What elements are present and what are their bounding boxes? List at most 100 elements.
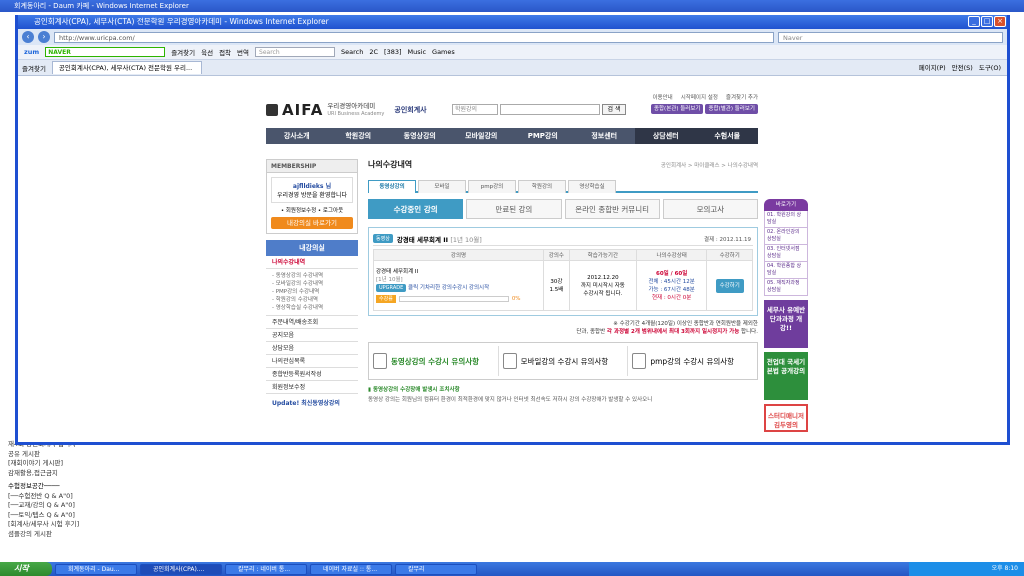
quick-menu-item[interactable]: 01. 학원강의 상담실 — [764, 211, 808, 228]
tab-community[interactable]: 온라인 종합반 커뮤니티 — [564, 199, 660, 219]
back-icon[interactable]: ‹ — [22, 31, 34, 43]
forward-icon[interactable]: › — [38, 31, 50, 43]
sidebar-sub-items[interactable]: - 동영상강의 수강내역 - 모바일강의 수강내역 - PMP강의 수강내역 -… — [266, 269, 358, 316]
bg-left-item[interactable]: [재회이야기 게시판] — [0, 459, 110, 469]
search-input[interactable]: Naver — [778, 31, 1003, 43]
quick-menu-item[interactable]: 05. 재직자과정 상담실 — [764, 279, 808, 296]
toolbar-item[interactable]: [383] — [384, 48, 401, 56]
sidebar-item[interactable]: 주문내역/배송조회 — [266, 316, 358, 329]
favorites-button[interactable]: 즐겨찾기 — [22, 63, 46, 73]
nav-item[interactable]: 상담센터 — [635, 128, 697, 144]
table-header: 수강하기 — [706, 249, 753, 261]
quick-menu-item[interactable]: 04. 학원종합 상담실 — [764, 262, 808, 279]
quick-menu-item[interactable]: 02. 온라인강의 상담실 — [764, 228, 808, 245]
page-menu[interactable]: 페이지(P) — [919, 62, 946, 72]
nav-item[interactable]: 학원강의 — [328, 128, 390, 144]
bg-left-item[interactable]: 공유 게시판 — [0, 450, 110, 460]
table-header: 학습가능기간 — [568, 249, 637, 261]
banner-ad[interactable]: 스터디매니저 김두영의 — [764, 404, 808, 432]
sidebar-item[interactable]: 종합반등록원서작성 — [266, 368, 358, 381]
logo-korean: 우리경영아카데미 — [327, 101, 376, 110]
bg-section-item[interactable]: [회계사/세무사 시험 후기] — [0, 520, 110, 530]
toolbar-item[interactable]: 번역 — [237, 47, 249, 57]
upgrade-link[interactable]: 클릭 기차리한 강의수강시 강의시작 — [408, 285, 489, 291]
tab-current[interactable]: 수강중인 강의 — [368, 199, 464, 219]
bg-section-item[interactable]: [──교재/강의 Q & A"0] — [0, 501, 110, 511]
days-status: 60일 / 60일 — [656, 270, 688, 277]
site-search-input[interactable] — [500, 104, 600, 115]
taskbar-item[interactable]: 회계동아리 - Dau... — [55, 563, 137, 575]
nav-item[interactable]: 정보센터 — [574, 128, 636, 144]
tools-menu[interactable]: 도구(O) — [979, 62, 1001, 72]
toolbar-item[interactable]: 2C — [369, 48, 378, 56]
nav-item[interactable]: 강사소개 — [266, 128, 328, 144]
banner-ad[interactable]: 전업대 국세기본법 공개강의 — [764, 352, 808, 400]
start-button[interactable]: 시작 — [0, 562, 52, 576]
tab-mock-exam[interactable]: 모의고사 — [662, 199, 758, 219]
quick-button[interactable]: 종합(별관) 둘러보기 — [705, 104, 758, 114]
toolbar-search-input[interactable]: Search — [255, 47, 336, 57]
table-header: 강의명 — [373, 249, 544, 261]
lecture-name[interactable]: 강경태 세무회계 II — [376, 268, 541, 276]
nav-item[interactable]: 동영상강의 — [389, 128, 451, 144]
toolbar-item[interactable]: Search — [341, 48, 363, 56]
toolbar-item[interactable]: 접착 — [219, 47, 231, 57]
minimize-button[interactable]: _ — [968, 16, 980, 27]
browser-tab[interactable]: 공인회계사(CPA), 세무사(CTA) 전문학원 우리... — [51, 61, 202, 74]
notice-video[interactable]: 동영상강의 수강시 유의사항 — [369, 346, 499, 376]
maximize-button[interactable]: □ — [981, 16, 993, 27]
nav-item[interactable]: 수험서몰 — [696, 128, 758, 144]
watch-button[interactable]: 수강하기 — [715, 278, 744, 293]
pmp-icon — [632, 353, 647, 369]
notice-mobile[interactable]: 모바일강의 수강시 유의사항 — [499, 346, 629, 376]
quick-menu-item[interactable]: 03. 인터넷서점 상담실 — [764, 245, 808, 262]
naver-search-box[interactable]: NAVER — [45, 47, 166, 57]
taskbar-item[interactable]: 공인회계사(CPA).... — [140, 563, 222, 575]
my-classroom-button[interactable]: 내강의실 바로가기 — [271, 217, 353, 229]
bg-section-item[interactable]: [──수험전반 Q & A"0] — [0, 492, 110, 502]
taskbar-item[interactable]: 칼무리 — [395, 563, 477, 575]
member-links[interactable]: • 회원정보수정 • 로그아웃 — [271, 206, 353, 214]
quick-button[interactable]: 종합(본관) 둘러보기 — [650, 104, 704, 114]
sidebar-item[interactable]: 나의관심목록 — [266, 355, 358, 368]
notice-pmp[interactable]: pmp강의 수강시 유의사항 — [628, 346, 757, 376]
toolbar-item[interactable]: Music — [408, 48, 427, 56]
update-link[interactable]: Update! 최신동영상강의 — [266, 398, 358, 407]
close-button[interactable]: × — [994, 16, 1006, 27]
taskbar-item[interactable]: 네이버 자료실 :: 통... — [310, 563, 392, 575]
search-select[interactable]: 학원강의 — [452, 104, 498, 115]
status-total: 전체 : 45시간 12분 — [648, 278, 695, 285]
toolbar-item[interactable]: 즐겨찾기 — [171, 47, 195, 57]
bg-section-item[interactable]: [──토익/텝스 Q & A"0] — [0, 511, 110, 521]
sidebar-item[interactable]: 공지모음 — [266, 329, 358, 342]
sidebar-item[interactable]: 회원정보수정 — [266, 381, 358, 394]
tab-academy[interactable]: 학원강의 — [518, 180, 566, 193]
sidebar-item[interactable]: 상담모음 — [266, 342, 358, 355]
nav-item[interactable]: PMP강의 — [512, 128, 574, 144]
tab-expired[interactable]: 만료된 강의 — [466, 199, 562, 219]
search-button[interactable]: 검 색 — [602, 104, 626, 115]
membership-header: MEMBERSHIP — [266, 159, 358, 173]
toolbar-item[interactable]: Games — [432, 48, 455, 56]
monitor-icon — [373, 353, 387, 369]
tab-video-room[interactable]: 영상학습실 — [568, 180, 616, 193]
main-content: 나의수강내역 공인회계사 > 마이클래스 > 나의수강내역 동영상강의 모바일 … — [368, 159, 758, 403]
top-link[interactable]: 시작페이지 설정 — [681, 93, 718, 101]
site-logo[interactable]: AIFA 우리경영아카데미 URI Business Academy 공인회계사 — [266, 101, 427, 119]
pause-notice: ※ 수강기간 4개월(120일) 이상인 종합반과 연회원반을 제외한 단과, … — [576, 321, 758, 335]
safety-menu[interactable]: 안전(S) — [952, 62, 973, 72]
tab-mobile[interactable]: 모바일 — [418, 180, 466, 193]
nav-item[interactable]: 모바일강의 — [451, 128, 513, 144]
sidebar-item-active[interactable]: 나의수강내역 — [266, 256, 358, 269]
top-link[interactable]: 즐겨찾기 추가 — [726, 93, 758, 101]
toolbar-item[interactable]: 육선 — [201, 47, 213, 57]
banner-ad[interactable]: 세무사 유예반 단과과정 개강!! — [764, 300, 808, 348]
tab-video[interactable]: 동영상강의 — [368, 180, 416, 193]
tab-pmp[interactable]: pmp강의 — [468, 180, 516, 193]
zum-logo[interactable]: zum — [24, 48, 39, 56]
address-input[interactable]: http://www.uricpa.com/ — [54, 31, 774, 43]
top-link[interactable]: 이용안내 — [652, 93, 672, 101]
taskbar-item[interactable]: 칼무리 : 네이버 통... — [225, 563, 307, 575]
bg-left-item[interactable]: 감재활용,접근금지 — [0, 469, 110, 479]
bg-section-item[interactable]: 셤플강의 게시판 — [0, 530, 110, 540]
